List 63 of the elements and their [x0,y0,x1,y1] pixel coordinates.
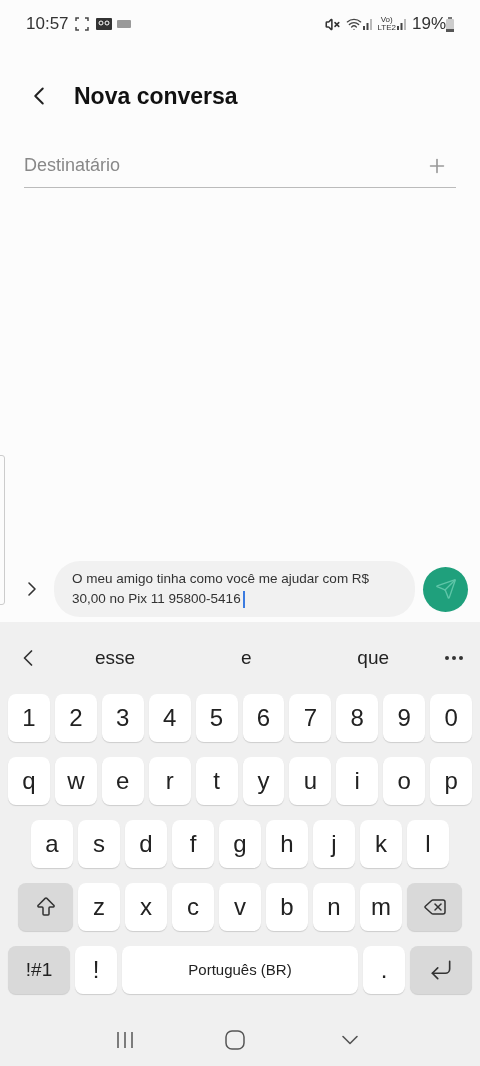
enter-key[interactable] [410,946,472,994]
keyboard-key[interactable]: u [289,757,332,805]
send-button[interactable] [423,566,468,612]
keyboard-key[interactable]: p [430,757,473,805]
keyboard-key[interactable]: ! [75,946,117,994]
suggestion-word[interactable]: que [347,643,400,673]
keyboard-key[interactable]: 5 [195,694,238,742]
keyboard-key[interactable]: a [31,820,73,868]
keyboard-key[interactable]: l [407,820,449,868]
network-label: LTE2 [377,24,396,32]
keyboard-key[interactable]: 0 [430,694,473,742]
keyboard-key[interactable]: b [266,883,308,931]
wifi-icon [346,16,363,32]
keyboard-key[interactable]: 9 [383,694,426,742]
keyboard-key[interactable]: 8 [336,694,379,742]
battery-percent: 19% [411,13,446,36]
backspace-key[interactable] [407,883,462,931]
status-time: 10:57 [26,13,69,36]
keyboard-key[interactable]: 7 [289,694,332,742]
space-key[interactable]: Português (BR) [122,946,358,994]
battery-icon [446,16,454,32]
keyboard-key[interactable]: 3 [101,694,144,742]
voicemail-icon [95,18,112,30]
signal-icon [395,18,408,30]
keyboard-key[interactable]: k [360,820,402,868]
keyboard-key[interactable]: d [125,820,167,868]
keyboard-key[interactable]: . [363,946,405,994]
keyboard-key[interactable]: 1 [7,694,50,742]
suggestion-word[interactable]: esse [84,643,146,673]
keyboard-key[interactable]: g [219,820,261,868]
recent-apps-icon[interactable] [115,1031,134,1049]
keyboard-key[interactable]: 4 [148,694,191,742]
keyboard-key[interactable]: 2 [54,694,97,742]
keyboard-key[interactable]: v [219,883,261,931]
keyboard-key[interactable]: o [383,757,426,805]
keyboard-key[interactable]: z [78,883,120,931]
keyboard-key[interactable]: i [336,757,379,805]
keyboard-key[interactable]: s [78,820,120,868]
keyboard-key[interactable]: f [172,820,214,868]
keyboard-key[interactable]: m [360,883,402,931]
signal-icon [362,18,375,30]
shift-key[interactable] [18,883,73,931]
keyboard-key[interactable]: n [313,883,355,931]
recipient-field[interactable]: Destinatário [24,152,426,179]
keyboard-key[interactable]: y [242,757,285,805]
home-icon[interactable] [225,1030,245,1050]
keyboard-key[interactable]: r [148,757,191,805]
keyboard-key[interactable]: t [195,757,238,805]
keyboard-key[interactable]: c [172,883,214,931]
keyboard-key[interactable]: x [125,883,167,931]
keyboard-key[interactable]: e [101,757,144,805]
network-label: Vo) [380,16,393,24]
keyboard-key[interactable]: h [266,820,308,868]
keyboard-key[interactable]: 6 [242,694,285,742]
keyboard-key[interactable]: w [54,757,97,805]
keyboard-key[interactable]: q [7,757,50,805]
symbols-key[interactable]: !#1 [8,946,70,994]
screenshot-icon [74,17,89,31]
screen-title: Nova conversa [74,81,238,111]
suggestion-word[interactable]: e [230,643,262,673]
message-field[interactable]: O meu amigo tinha como você me ajudar com R$ 30,00 no Pix 11 95800-5416 [54,561,415,617]
keyboard-key[interactable]: j [313,820,355,868]
mute-icon [325,16,341,32]
